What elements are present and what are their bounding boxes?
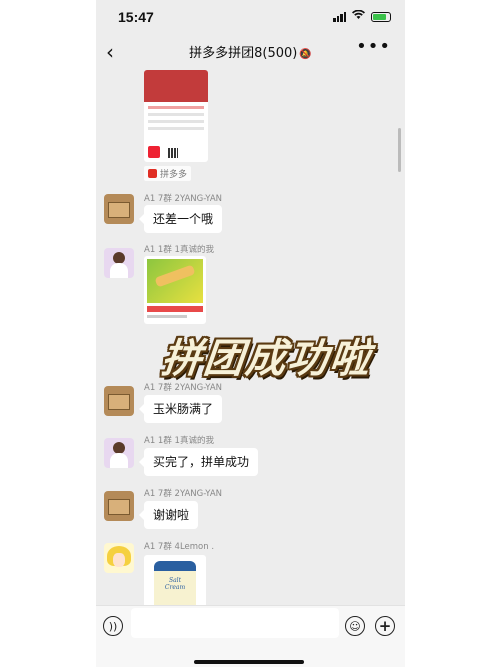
- status-time: 15:47: [118, 9, 154, 25]
- status-icons: [333, 9, 391, 23]
- overlay-banner-text: 拼团成功啦: [159, 336, 374, 382]
- plus-icon[interactable]: +: [375, 616, 395, 636]
- message-bubble[interactable]: 玉米肠满了: [138, 395, 223, 423]
- pinduoduo-logo-icon: [148, 169, 157, 178]
- pinduoduo-logo-icon: [148, 146, 160, 158]
- shared-product-card[interactable]: [144, 70, 208, 162]
- avatar[interactable]: [104, 491, 134, 521]
- avatar[interactable]: [104, 543, 134, 573]
- sender-name: A1 7群 2YANG-YAN: [144, 489, 222, 499]
- bell-mute-icon: 🔕: [299, 49, 312, 60]
- wifi-icon: [352, 9, 365, 23]
- chat-title-text: 拼多多拼团8(500): [189, 46, 298, 61]
- message-bubble[interactable]: 还差一个哦: [138, 205, 223, 233]
- message-bubble[interactable]: 买完了，拼单成功: [138, 448, 259, 476]
- message-bubble[interactable]: 谢谢啦: [138, 501, 199, 529]
- emoji-icon[interactable]: ☺: [345, 616, 365, 636]
- message-input[interactable]: [131, 608, 339, 638]
- more-dots-icon[interactable]: •••: [356, 36, 391, 57]
- sender-name: A1 1群 1真诚的我: [144, 245, 214, 255]
- input-bar: )) ☺ +: [96, 605, 405, 667]
- scrollbar[interactable]: [398, 128, 401, 172]
- nav-bar: ‹ 拼多多拼团8(500) 🔕 •••: [96, 34, 405, 70]
- avatar[interactable]: [104, 194, 134, 224]
- home-indicator[interactable]: [194, 660, 304, 664]
- phone-screen: 15:47 ‹ 拼多多拼团8(500) 🔕 ••• 拼多多 A1 7群 2YAN…: [96, 0, 405, 667]
- sender-name: A1 7群 4Lemon .: [144, 542, 215, 552]
- chat-area[interactable]: 拼多多 A1 7群 2YANG-YAN 还差一个哦 A1 1群 1真诚的我 A1…: [96, 70, 405, 611]
- battery-charging-icon: [371, 11, 391, 22]
- avatar[interactable]: [104, 386, 134, 416]
- sender-name: A1 7群 2YANG-YAN: [144, 194, 222, 204]
- share-source-tag[interactable]: 拼多多: [144, 166, 192, 181]
- sender-name: A1 1群 1真诚的我: [144, 436, 214, 446]
- share-source-label: 拼多多: [160, 170, 188, 180]
- signal-icon: [333, 11, 346, 22]
- avatar[interactable]: [104, 248, 134, 278]
- product-label: Salt Cream: [164, 577, 186, 591]
- qr-code-icon: [168, 148, 178, 158]
- avatar[interactable]: [104, 438, 134, 468]
- image-message[interactable]: [144, 256, 206, 324]
- voice-input-icon[interactable]: )): [103, 616, 123, 636]
- image-message[interactable]: Salt Cream: [144, 555, 206, 611]
- status-bar: 15:47: [96, 0, 405, 34]
